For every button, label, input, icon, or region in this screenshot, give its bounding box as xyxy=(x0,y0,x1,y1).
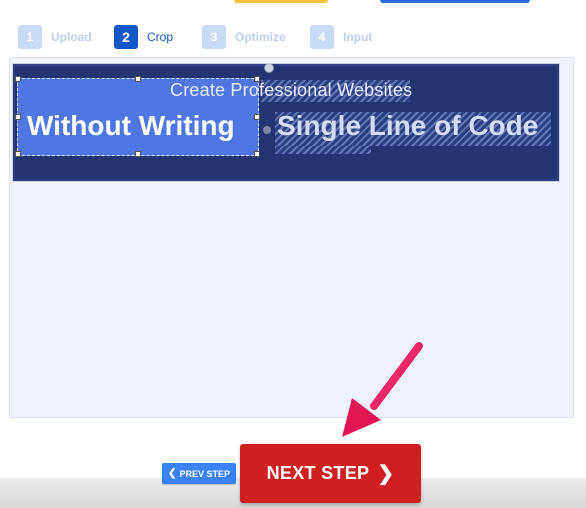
chevron-left-icon: ❮ xyxy=(168,468,177,479)
step-label: Crop xyxy=(147,30,174,44)
step-label: Optimize xyxy=(235,30,286,44)
step-number: 1 xyxy=(18,25,42,49)
selection-hatch xyxy=(275,146,371,154)
step-optimize[interactable]: 3 Optimize xyxy=(202,25,286,49)
resize-handle[interactable] xyxy=(135,151,141,157)
next-step-button[interactable]: NEXT STEP ❯ xyxy=(240,444,421,503)
resize-handle[interactable] xyxy=(15,114,21,120)
top-blue-tab[interactable] xyxy=(380,0,530,3)
step-upload[interactable]: 1 Upload xyxy=(18,25,92,49)
top-yellow-tab[interactable] xyxy=(234,0,328,3)
step-label: Input xyxy=(343,30,373,44)
resize-handle[interactable] xyxy=(15,76,21,82)
step-number: 2 xyxy=(114,25,138,49)
step-input[interactable]: 4 Input xyxy=(310,25,372,49)
step-label: Upload xyxy=(51,30,92,44)
banner-heading-left: Without Writing xyxy=(27,110,235,141)
separator-dot xyxy=(263,126,271,134)
resize-handle[interactable] xyxy=(254,151,260,157)
resize-handle[interactable] xyxy=(15,151,21,157)
crop-image[interactable]: Create Professional Websites Without Wri… xyxy=(12,63,560,182)
step-crop[interactable]: 2 Crop xyxy=(114,25,173,49)
step-number: 4 xyxy=(310,25,334,49)
prev-step-label: PREV STEP xyxy=(179,468,230,479)
drag-pin-icon[interactable] xyxy=(264,64,274,73)
banner-subheading: Create Professional Websites xyxy=(170,80,413,100)
banner-heading-right: Single Line of Code xyxy=(277,110,539,141)
prev-step-button[interactable]: ❮ PREV STEP xyxy=(162,463,236,484)
step-number: 3 xyxy=(202,25,226,49)
resize-handle[interactable] xyxy=(254,114,260,120)
resize-handle[interactable] xyxy=(135,76,141,82)
next-step-label: NEXT STEP xyxy=(266,463,370,483)
chevron-right-icon: ❯ xyxy=(377,463,395,485)
